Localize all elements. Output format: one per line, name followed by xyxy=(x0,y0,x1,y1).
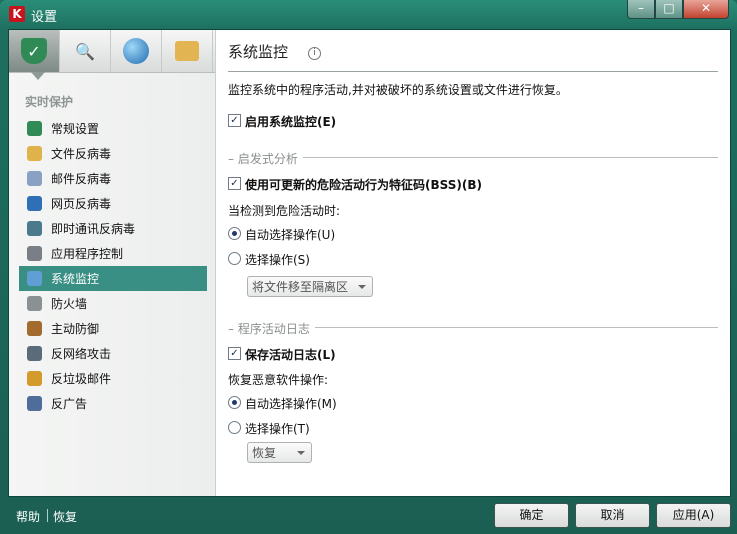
shield-icon xyxy=(27,121,42,136)
sidebar-item[interactable]: 文件反病毒 xyxy=(19,141,207,166)
sidebar-item-label: 反广告 xyxy=(51,397,88,411)
sidebar-item[interactable]: 应用程序控制 xyxy=(19,241,207,266)
protection-tab[interactable]: ✓ xyxy=(9,30,60,72)
advanced-tab[interactable] xyxy=(162,30,213,72)
enable-monitor-label[interactable]: 启用系统监控(E) xyxy=(245,113,336,130)
sidebar-item-label: 反网络攻击 xyxy=(51,347,112,361)
spam-icon xyxy=(27,371,42,386)
chevron-down-icon xyxy=(297,451,305,455)
network-icon xyxy=(27,346,42,361)
sidebar-item-label: 即时通讯反病毒 xyxy=(51,222,136,236)
folder-icon xyxy=(27,146,42,161)
sidebar-item[interactable]: 防火墙 xyxy=(19,291,207,316)
toolbox-icon xyxy=(175,41,199,61)
window-controls: – □ ✕ xyxy=(627,0,729,19)
log-auto-radio[interactable] xyxy=(228,396,241,409)
restore-defaults-link[interactable]: 恢复 xyxy=(53,508,77,525)
globe-icon xyxy=(123,38,149,64)
sidebar-item-label: 应用程序控制 xyxy=(51,247,124,261)
ad-icon xyxy=(27,396,42,411)
save-log-label[interactable]: 保存活动日志(L) xyxy=(245,346,336,363)
log-group-text: 程序活动日志 xyxy=(237,322,310,336)
shield-icon: ✓ xyxy=(21,38,47,64)
page-title: 系统监控 xyxy=(228,43,289,61)
mail-icon xyxy=(27,171,42,186)
sidebar-item[interactable]: 系统监控 xyxy=(19,266,207,291)
maximize-icon: □ xyxy=(663,1,675,15)
footer-separator xyxy=(47,509,48,522)
heuristic-select-radio[interactable] xyxy=(228,252,241,265)
action-dropdown[interactable]: 将文件移至隔离区 xyxy=(247,276,373,297)
restore-dropdown[interactable]: 恢复 xyxy=(247,442,312,463)
minimize-button[interactable]: – xyxy=(627,0,655,19)
category-toolbar: ✓ 🔍 xyxy=(9,30,215,73)
heuristic-auto-radio[interactable] xyxy=(228,227,241,240)
sidebar-item[interactable]: 网页反病毒 xyxy=(19,191,207,216)
sidebar-item[interactable]: 反垃圾邮件 xyxy=(19,366,207,391)
sidebar-item[interactable]: 常规设置 xyxy=(19,116,207,141)
defense-icon xyxy=(27,321,42,336)
active-tab-pointer xyxy=(31,72,45,80)
title-divider xyxy=(228,71,718,72)
cancel-button[interactable]: 取消 xyxy=(575,503,650,528)
minimize-icon: – xyxy=(638,1,644,15)
heuristic-select-label[interactable]: 选择操作(S) xyxy=(245,251,310,268)
when-detected-label: 当检测到危险活动时: xyxy=(228,204,341,218)
heuristic-group-text: 启发式分析 xyxy=(237,152,298,166)
close-icon: ✕ xyxy=(700,1,712,15)
sidebar-item-label: 主动防御 xyxy=(51,322,100,336)
sidebar-item[interactable]: 反网络攻击 xyxy=(19,341,207,366)
heuristic-auto-label[interactable]: 自动选择操作(U) xyxy=(245,226,335,243)
restore-heading: 恢复恶意软件操作: xyxy=(228,373,329,387)
maximize-button[interactable]: □ xyxy=(655,0,683,19)
bss-label[interactable]: 使用可更新的危险活动行为特征码(BSS)(B) xyxy=(245,176,482,193)
log-select-radio[interactable] xyxy=(228,421,241,434)
chevron-down-icon xyxy=(358,285,366,289)
log-group-label: – 程序活动日志 xyxy=(228,320,315,337)
window-title: 设置 xyxy=(31,10,58,25)
info-icon[interactable]: i xyxy=(308,47,321,60)
main-panel: 系统监控 i 监控系统中的程序活动,并对被破坏的系统设置或文件进行恢复。 ✓ 启… xyxy=(216,30,730,496)
sidebar-item-label: 网页反病毒 xyxy=(51,197,112,211)
ok-button[interactable]: 确定 xyxy=(494,503,569,528)
sidebar: ✓ 🔍 实时保护 常规设置文件反病毒邮件反病毒网页反病毒即时通讯反病毒 应用程序控… xyxy=(9,30,216,496)
sidebar-item-label: 常规设置 xyxy=(51,122,100,136)
monitor-icon xyxy=(27,271,42,286)
sidebar-item-label: 系统监控 xyxy=(51,272,100,286)
settings-window: K 设置 – □ ✕ ✓ 🔍 实时保护 常规设置 文件反病毒 邮件反病毒 网页反… xyxy=(0,0,737,534)
action-dropdown-value: 将文件移至隔离区 xyxy=(252,280,349,294)
sidebar-item-label: 防火墙 xyxy=(51,297,88,311)
description-text: 监控系统中的程序活动,并对被破坏的系统设置或文件进行恢复。 xyxy=(228,83,568,97)
sidebar-item-label: 反垃圾邮件 xyxy=(51,372,112,386)
title-bar: K 设置 – □ ✕ xyxy=(0,0,737,28)
funnel-icon xyxy=(27,246,42,261)
log-auto-label[interactable]: 自动选择操作(M) xyxy=(245,395,337,412)
magnifier-icon: 🔍 xyxy=(75,41,95,61)
save-log-checkbox[interactable]: ✓ xyxy=(228,347,241,360)
sidebar-item[interactable]: 主动防御 xyxy=(19,316,207,341)
content-frame: ✓ 🔍 实时保护 常规设置文件反病毒邮件反病毒网页反病毒即时通讯反病毒 应用程序控… xyxy=(8,29,731,497)
sidebar-list: 常规设置文件反病毒邮件反病毒网页反病毒即时通讯反病毒 应用程序控制 系统监控防火墙主… xyxy=(19,116,207,416)
sidebar-item-label: 邮件反病毒 xyxy=(51,172,112,186)
apply-button[interactable]: 应用(A) xyxy=(656,503,731,528)
chat-icon xyxy=(27,221,42,236)
log-select-label[interactable]: 选择操作(T) xyxy=(245,420,310,437)
scan-tab[interactable]: 🔍 xyxy=(60,30,111,72)
heuristic-group-label: – 启发式分析 xyxy=(228,150,303,167)
kaspersky-logo-icon: K xyxy=(9,6,25,22)
firewall-icon xyxy=(27,296,42,311)
sidebar-section-title: 实时保护 xyxy=(25,95,74,109)
sidebar-item[interactable]: 即时通讯反病毒 xyxy=(19,216,207,241)
bss-checkbox[interactable]: ✓ xyxy=(228,177,241,190)
close-button[interactable]: ✕ xyxy=(683,0,729,19)
restore-dropdown-value: 恢复 xyxy=(252,446,277,460)
sidebar-item[interactable]: 反广告 xyxy=(19,391,207,416)
update-tab[interactable] xyxy=(111,30,162,72)
sidebar-item[interactable]: 邮件反病毒 xyxy=(19,166,207,191)
sidebar-item-label: 文件反病毒 xyxy=(51,147,112,161)
enable-monitor-checkbox[interactable]: ✓ xyxy=(228,114,241,127)
globe-icon xyxy=(27,196,42,211)
help-link[interactable]: 帮助 xyxy=(16,508,40,525)
